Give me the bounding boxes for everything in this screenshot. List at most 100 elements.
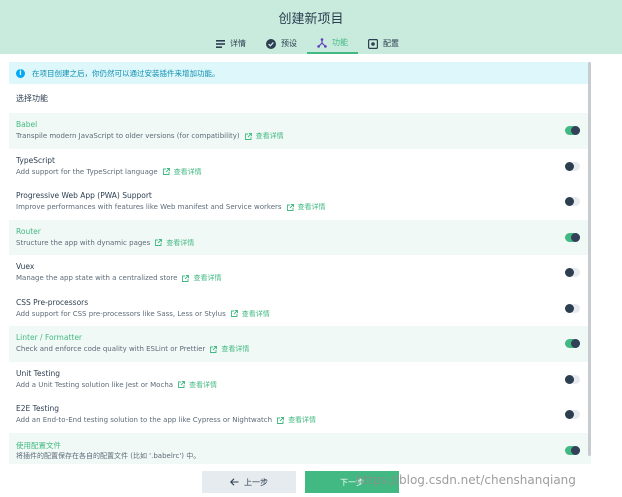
- feature-name: Vuex: [16, 262, 35, 271]
- check-circle-icon: [266, 38, 276, 49]
- more-info-link[interactable]: 查看详情: [178, 380, 217, 390]
- external-link-icon: [244, 132, 252, 140]
- feature-toggle[interactable]: [565, 339, 580, 348]
- toggle-knob: [571, 232, 580, 242]
- tab-presets[interactable]: 预设: [256, 33, 307, 54]
- more-info-link[interactable]: 查看详情: [155, 238, 194, 248]
- feature-name: Router: [16, 226, 41, 236]
- next-label: 下一步: [340, 477, 364, 487]
- feature-toggle[interactable]: [565, 445, 580, 455]
- more-info-link[interactable]: 查看详情: [182, 273, 221, 283]
- toggle-knob: [565, 268, 574, 277]
- feature-description-text: Manage the app state with a centralized …: [16, 274, 178, 282]
- feature-description-text: Add an End-to-End testing solution to th…: [16, 416, 273, 424]
- feature-row[interactable]: Unit Testing Add a Unit Testing solution …: [9, 362, 591, 398]
- feature-description-text: Structure the app with dynamic pages: [16, 238, 151, 247]
- external-link-icon: [162, 168, 170, 175]
- toggle-knob: [565, 197, 574, 206]
- feature-toggle[interactable]: [565, 268, 580, 277]
- toggle-knob: [565, 374, 574, 384]
- feature-row[interactable]: Progressive Web App (PWA) Support Improve…: [9, 184, 591, 220]
- more-info-label: 查看详情: [221, 345, 250, 353]
- feature-row[interactable]: Vuex Manage the app state with a centrali…: [9, 255, 591, 291]
- tab-label: 预设: [281, 39, 297, 48]
- feature-name: TypeScript: [16, 155, 55, 165]
- tab-config[interactable]: 配置: [358, 33, 409, 54]
- feature-toggle[interactable]: [565, 232, 580, 242]
- feature-row[interactable]: Router Structure the app with dynamic pag…: [9, 219, 591, 255]
- feature-name: CSS Pre-processors: [16, 297, 89, 307]
- feature-row[interactable]: TypeScript Add support for the TypeScript…: [9, 149, 591, 185]
- feature-description: Add support for CSS pre-processors like …: [16, 309, 270, 319]
- info-icon: i: [16, 68, 25, 78]
- feature-description-text: Check and enforce code quality with ESLi…: [16, 345, 206, 353]
- feature-description: Add a Unit Testing solution like Jest or…: [16, 380, 217, 390]
- feature-toggle[interactable]: [565, 410, 580, 419]
- feature-row[interactable]: Babel Transpile modern JavaScript to olde…: [9, 113, 591, 149]
- feature-description-text: Improve performances with features like …: [16, 203, 282, 211]
- feature-name: Linter / Formatter: [16, 333, 83, 342]
- feature-description: Add support for the TypeScript language 查…: [16, 167, 202, 177]
- external-link-icon: [210, 345, 218, 353]
- next-button[interactable]: 下一步: [305, 471, 399, 493]
- feature-name: Progressive Web App (PWA) Support: [16, 191, 152, 200]
- feature-toggle[interactable]: [565, 303, 580, 313]
- external-link-icon: [155, 239, 163, 246]
- scrollbar[interactable]: [588, 62, 591, 456]
- more-info-link[interactable]: 查看详情: [277, 415, 316, 425]
- external-link-icon: [178, 381, 185, 388]
- more-info-label: 查看详情: [166, 238, 195, 247]
- details-icon: [215, 39, 225, 49]
- external-link-icon: [182, 274, 190, 282]
- features-icon: [317, 37, 327, 48]
- toggle-knob: [571, 126, 580, 135]
- more-info-link[interactable]: 查看详情: [286, 202, 326, 212]
- tab-features[interactable]: 功能: [307, 33, 358, 54]
- more-info-link[interactable]: 查看详情: [244, 131, 284, 141]
- more-info-label: 查看详情: [193, 274, 222, 282]
- feature-toggle[interactable]: [565, 161, 580, 171]
- tab-details[interactable]: 详情: [205, 33, 256, 54]
- feature-row[interactable]: 使用配置文件 将插件的配置保存在各自的配置文件 (比如 '.babelrc') 中…: [9, 432, 591, 464]
- more-info-label: 查看详情: [297, 203, 326, 211]
- feature-row[interactable]: CSS Pre-processors Add support for CSS pr…: [9, 291, 591, 327]
- more-info-label: 查看详情: [189, 380, 218, 389]
- tab-label: 详情: [230, 39, 246, 48]
- toggle-knob: [565, 303, 574, 313]
- feature-description: 将插件的配置保存在各自的配置文件 (比如 '.babelrc') 中。: [16, 451, 200, 461]
- feature-row[interactable]: E2E Testing Add an End-to-End testing sol…: [9, 397, 591, 433]
- more-info-label: 查看详情: [241, 309, 270, 318]
- toggle-knob: [565, 410, 574, 419]
- feature-row[interactable]: Linter / Formatter Check and enforce code…: [9, 326, 591, 362]
- tab-label: 功能: [332, 38, 348, 47]
- external-link-icon: [230, 310, 238, 317]
- feature-description: Check and enforce code quality with ESLi…: [16, 344, 249, 354]
- feature-toggle[interactable]: [565, 197, 580, 206]
- feature-description-text: Add a Unit Testing solution like Jest or…: [16, 380, 174, 389]
- features-panel: i 在项目创建之后，你仍然可以通过安装插件来增加功能。 选择功能 Babel Tr…: [9, 62, 591, 464]
- step-tabs: 详情 预设 功能 配置: [205, 33, 409, 54]
- feature-description: Manage the app state with a centralized …: [16, 273, 221, 283]
- feature-description-text: Add support for CSS pre-processors like …: [16, 309, 226, 318]
- feature-description-text: 将插件的配置保存在各自的配置文件 (比如 '.babelrc') 中。: [16, 451, 201, 460]
- arrow-left-icon: [230, 478, 239, 486]
- config-icon: [368, 38, 378, 49]
- more-info-link[interactable]: 查看详情: [210, 344, 249, 354]
- external-link-icon: [277, 416, 285, 424]
- tab-label: 配置: [383, 39, 399, 48]
- section-title: 选择功能: [16, 94, 48, 103]
- feature-description: Improve performances with features like …: [16, 202, 326, 212]
- page-title: 创建新项目: [278, 12, 344, 27]
- feature-name: E2E Testing: [16, 404, 60, 413]
- more-info-label: 查看详情: [288, 416, 317, 424]
- more-info-link[interactable]: 查看详情: [162, 167, 202, 177]
- feature-description-text: Transpile modern JavaScript to older ver…: [16, 132, 240, 140]
- feature-name: Babel: [16, 120, 38, 129]
- previous-button[interactable]: 上一步: [202, 471, 296, 493]
- info-banner: i 在项目创建之后，你仍然可以通过安装插件来增加功能。: [9, 62, 591, 84]
- more-info-link[interactable]: 查看详情: [230, 309, 270, 319]
- feature-description: Transpile modern JavaScript to older ver…: [16, 131, 284, 141]
- feature-toggle[interactable]: [565, 126, 580, 135]
- feature-toggle[interactable]: [565, 374, 580, 384]
- header: 创建新项目 详情 预设 功能 配置: [0, 0, 622, 54]
